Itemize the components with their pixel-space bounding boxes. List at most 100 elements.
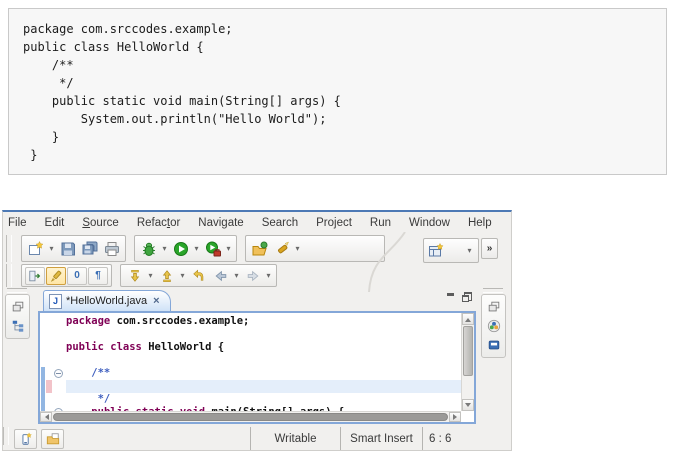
- save-all-icon: [82, 241, 98, 257]
- editor-gutter: [40, 313, 66, 411]
- menu-refactor[interactable]: Refactor: [137, 217, 180, 229]
- quickdiff-added-marker: [46, 380, 52, 393]
- toolbar-drag-handle-2[interactable]: [6, 264, 12, 287]
- search-dropdown[interactable]: [293, 244, 302, 253]
- toolbar-group-run: [134, 235, 237, 262]
- java-perspective-icon: [428, 243, 444, 259]
- menu-source[interactable]: Source: [82, 217, 118, 229]
- restore-pane-icon: [487, 300, 501, 314]
- debug-dropdown[interactable]: [160, 244, 169, 253]
- toolbar-group-file: [21, 235, 126, 262]
- open-type-button[interactable]: [249, 238, 270, 259]
- outline-view-button[interactable]: [487, 319, 501, 333]
- fast-view-icon: [19, 432, 33, 446]
- back-icon: [214, 269, 228, 283]
- forward-dropdown[interactable]: [264, 271, 273, 280]
- previous-annotation-button[interactable]: [156, 265, 177, 286]
- next-annotation-icon: [128, 269, 142, 283]
- minimize-icon[interactable]: [446, 292, 455, 301]
- print-button[interactable]: [101, 238, 122, 259]
- new-wizard-button[interactable]: [25, 238, 46, 259]
- right-trim-grip[interactable]: [483, 288, 503, 293]
- menu-search[interactable]: Search: [262, 217, 298, 229]
- previous-annotation-icon: [160, 269, 174, 283]
- menu-window[interactable]: Window: [409, 217, 450, 229]
- code-line-2[interactable]: [66, 328, 461, 341]
- editor-tab-bar: J *HelloWorld.java ×: [38, 290, 476, 311]
- next-annotation-dropdown[interactable]: [146, 271, 155, 280]
- code-line-1[interactable]: package com.srccodes.example;: [66, 315, 461, 328]
- menu-help[interactable]: Help: [468, 217, 492, 229]
- task-list-view-button[interactable]: [487, 338, 501, 352]
- menu-file[interactable]: File: [8, 217, 27, 229]
- mark-occurrences-button[interactable]: [46, 267, 66, 285]
- toolbar-drag-handle[interactable]: [6, 235, 12, 262]
- perspective-switcher-button[interactable]: [423, 238, 479, 263]
- maximize-icon[interactable]: [462, 292, 471, 301]
- scroll-down-icon[interactable]: [462, 399, 474, 411]
- save-button[interactable]: [57, 238, 78, 259]
- run-button[interactable]: [170, 238, 191, 259]
- code-line-7[interactable]: */: [66, 393, 461, 406]
- vertical-scroll-thumb[interactable]: [463, 326, 473, 376]
- save-all-button[interactable]: [79, 238, 100, 259]
- search-button[interactable]: [271, 238, 292, 259]
- previous-annotation-dropdown[interactable]: [178, 271, 187, 280]
- menu-edit[interactable]: Edit: [45, 217, 65, 229]
- new-wizard-dropdown[interactable]: [47, 244, 56, 253]
- scroll-right-icon[interactable]: [449, 412, 461, 422]
- horizontal-scrollbar[interactable]: [40, 411, 461, 422]
- left-trim-bar: [5, 294, 30, 339]
- scroll-left-icon[interactable]: [40, 412, 52, 422]
- quickdiff-change-bar: [41, 367, 45, 411]
- tab-close-icon[interactable]: ×: [153, 296, 159, 307]
- fold-collapse-icon[interactable]: [54, 369, 63, 378]
- show-selected-element-button[interactable]: 0: [67, 267, 87, 285]
- restore-view-button-right[interactable]: [487, 300, 501, 314]
- show-whitespace-button[interactable]: ¶: [88, 267, 108, 285]
- search-flashlight-icon: [274, 241, 290, 257]
- run-last-dropdown[interactable]: [224, 244, 233, 253]
- menu-navigate[interactable]: Navigate: [198, 217, 243, 229]
- editor-tab-helloworld[interactable]: J *HelloWorld.java ×: [43, 290, 171, 311]
- debug-button[interactable]: [138, 238, 159, 259]
- horizontal-scroll-thumb[interactable]: [53, 413, 448, 421]
- last-edit-location-button[interactable]: [188, 265, 209, 286]
- status-writable: Writable: [250, 427, 340, 450]
- editor-code-area[interactable]: package com.srccodes.example; public cla…: [38, 311, 476, 424]
- vertical-scrollbar[interactable]: [461, 313, 474, 411]
- next-annotation-button[interactable]: [124, 265, 145, 286]
- show-selected-element-icon: 0: [74, 271, 80, 281]
- restore-view-button[interactable]: [11, 300, 25, 314]
- code-line-6[interactable]: [66, 380, 461, 393]
- forward-button[interactable]: [242, 265, 263, 286]
- menu-project[interactable]: Project: [316, 217, 352, 229]
- editor-tab-title: *HelloWorld.java: [66, 295, 147, 307]
- scroll-up-icon[interactable]: [462, 313, 474, 325]
- code-line-5[interactable]: /**: [66, 367, 461, 380]
- statusbar-drag-handle[interactable]: [3, 427, 9, 445]
- open-type-icon: [252, 241, 268, 257]
- task-list-view-icon: [487, 338, 501, 352]
- status-bar: Writable Smart Insert 6 : 6: [3, 427, 511, 450]
- package-explorer-button[interactable]: [11, 319, 25, 333]
- perspective-overflow-button[interactable]: »: [481, 238, 498, 259]
- outline-view-icon: [487, 319, 501, 333]
- last-edit-location-icon: [192, 269, 206, 283]
- code-line-4[interactable]: [66, 354, 461, 367]
- back-button[interactable]: [210, 265, 231, 286]
- run-last-button[interactable]: [202, 238, 223, 259]
- run-dropdown[interactable]: [192, 244, 201, 253]
- fast-view-button[interactable]: [14, 429, 37, 449]
- left-trim-grip[interactable]: [7, 288, 27, 293]
- resource-folder-button[interactable]: [41, 429, 64, 449]
- new-wizard-icon: [28, 241, 44, 257]
- breadcrumb-button[interactable]: [25, 267, 45, 285]
- perspective-dropdown[interactable]: [465, 246, 474, 255]
- status-smart-insert: Smart Insert: [340, 427, 422, 450]
- menu-run[interactable]: Run: [370, 217, 391, 229]
- back-dropdown[interactable]: [232, 271, 241, 280]
- code-line-3[interactable]: public class HelloWorld {: [66, 341, 461, 354]
- print-icon: [104, 241, 120, 257]
- mark-occurrences-icon: [49, 269, 63, 283]
